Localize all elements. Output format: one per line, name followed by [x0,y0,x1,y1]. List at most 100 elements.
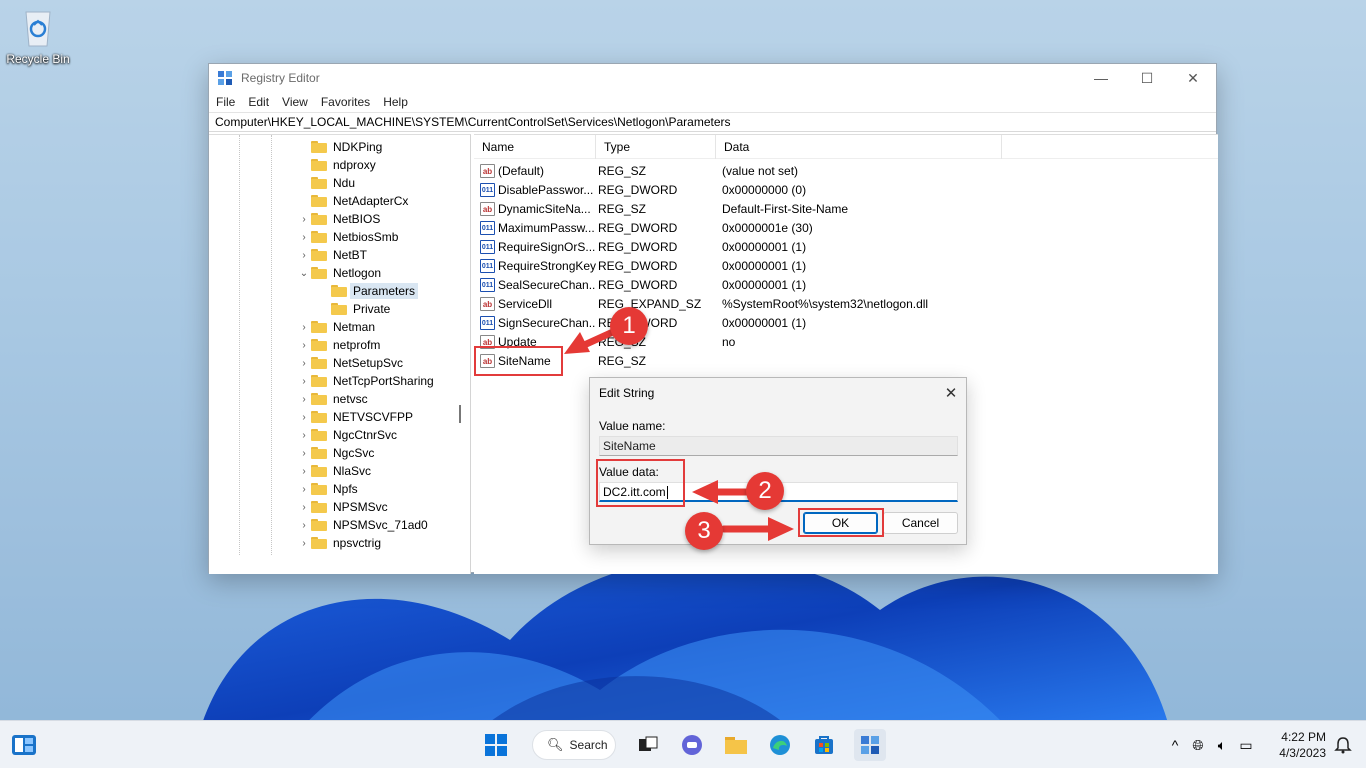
tree-item[interactable]: Ndu [297,174,355,192]
tree-item[interactable]: › Netman [297,318,375,336]
folder-icon [331,285,347,297]
column-header-data[interactable]: Data [716,134,1002,159]
folder-icon [331,303,347,315]
tree-vertical-scrollbar[interactable] [459,405,461,423]
clock[interactable]: 4:22 PM 4/3/2023 [1272,729,1326,761]
value-name-field[interactable]: SiteName [599,436,958,456]
tree-item[interactable]: › NETVSCVFPP [297,408,413,426]
menu-help[interactable]: Help [383,95,408,109]
tree-item[interactable]: › NetBIOS [297,210,380,228]
tree-expand-chevron-icon[interactable]: › [297,232,311,243]
tree-item[interactable]: › NetTcpPortSharing [297,372,433,390]
start-button[interactable] [480,729,512,761]
tree-expand-chevron-icon[interactable]: › [297,394,311,405]
tree-expand-chevron-icon[interactable]: ⌄ [297,268,311,279]
title-bar[interactable]: Registry Editor — ☐ ✕ [209,64,1216,92]
show-hidden-icons-chevron-icon[interactable]: ^ [1164,737,1186,753]
folder-icon [311,249,327,261]
tree-item[interactable]: ⌄ Netlogon [297,264,381,282]
recycle-bin-icon [21,8,55,48]
value-name-cell: 011 DisablePasswor... [474,182,596,197]
tree-item[interactable]: › NgcSvc [297,444,374,462]
registry-value-row[interactable]: 011 RequireStrongKey REG_DWORD 0x00000001 (… [474,256,806,275]
tree-item[interactable]: › NgcCtnrSvc [297,426,397,444]
registry-value-row[interactable]: 011 MaximumPassw... REG_DWORD 0x0000001e (3… [474,218,813,237]
tree-expand-chevron-icon[interactable]: › [297,340,311,351]
registry-value-row[interactable]: ab DynamicSiteNa... REG_SZ Default-First-Si… [474,199,848,218]
address-bar[interactable]: Computer\HKEY_LOCAL_MACHINE\SYSTEM\Curre… [209,112,1216,132]
tree-item[interactable]: Private [317,300,390,318]
menu-view[interactable]: View [282,95,308,109]
chat-icon [682,735,702,755]
registry-value-row[interactable]: 011 DisablePasswor... REG_DWORD 0x00000000 … [474,180,806,199]
tree-expand-chevron-icon[interactable]: › [297,466,311,477]
file-explorer-button[interactable] [720,729,752,761]
tree-item[interactable]: › NetBT [297,246,367,264]
menu-favorites[interactable]: Favorites [321,95,370,109]
tree-expand-chevron-icon[interactable]: › [297,214,311,225]
menu-file[interactable]: File [216,95,235,109]
registry-value-row[interactable]: 011 RequireSignOrS... REG_DWORD 0x00000001 … [474,237,806,256]
chat-button[interactable] [676,729,708,761]
close-button[interactable]: ✕ [1170,64,1216,92]
dialog-title-bar[interactable]: Edit String ✕ [590,378,966,408]
volume-icon[interactable]: 🔈︎ [1210,737,1234,754]
widgets-button[interactable] [8,729,40,761]
registry-value-row[interactable]: 011 SealSecureChan... REG_DWORD 0x00000001 … [474,275,806,294]
tree-item[interactable]: › netprofm [297,336,380,354]
tree-item[interactable]: › Npfs [297,480,357,498]
value-name-text: SealSecureChan... [498,277,596,292]
tree-expand-chevron-icon[interactable]: › [297,358,311,369]
registry-editor-taskbar-button[interactable] [854,729,886,761]
taskbar-search[interactable]: 🔍︎ Search [532,730,616,760]
network-globe-icon[interactable]: 🌐︎ [1186,737,1210,754]
recycle-bin-shortcut[interactable]: Recycle Bin [4,8,72,66]
folder-icon [311,159,327,171]
tree-item[interactable]: NDKPing [297,138,382,156]
tree-item[interactable]: › netvsc [297,390,367,408]
tree-expand-chevron-icon[interactable]: › [297,484,311,495]
string-value-icon: ab [480,163,495,178]
menu-edit[interactable]: Edit [248,95,269,109]
tree-item[interactable]: › NlaSvc [297,462,371,480]
registry-value-row[interactable]: ab (Default) REG_SZ (value not set) [474,161,798,180]
tree-expand-chevron-icon[interactable]: › [297,502,311,513]
store-button[interactable] [808,729,840,761]
column-header-type[interactable]: Type [596,134,716,159]
tree-expand-chevron-icon[interactable]: › [297,376,311,387]
arrow-3-icon [722,517,794,541]
callout-1: 1 [610,307,648,345]
string-value-icon: ab [480,296,495,311]
tree-item[interactable]: › NetbiosSmb [297,228,398,246]
value-name-text: ServiceDll [498,296,553,311]
list-header: Name Type Data [474,134,1218,159]
tree-expand-chevron-icon[interactable]: › [297,538,311,549]
tree-expand-chevron-icon[interactable]: › [297,412,311,423]
column-header-name[interactable]: Name [474,134,596,159]
battery-icon[interactable]: ▭ [1234,737,1258,754]
folder-icon [311,141,327,153]
edge-button[interactable] [764,729,796,761]
minimize-button[interactable]: — [1078,64,1124,92]
tree-item[interactable]: › NetSetupSvc [297,354,403,372]
tree-item[interactable]: › NPSMSvc_71ad0 [297,516,427,534]
maximize-button[interactable]: ☐ [1124,64,1170,92]
value-name-cell: ab (Default) [474,163,596,178]
task-view-button[interactable] [632,729,664,761]
tree-item[interactable]: ndproxy [297,156,376,174]
tree-expand-chevron-icon[interactable]: › [297,448,311,459]
tree-expand-chevron-icon[interactable]: › [297,430,311,441]
tree-expand-chevron-icon[interactable]: › [297,322,311,333]
notifications-button[interactable] [1328,729,1358,761]
registry-value-row[interactable]: ab ServiceDll REG_EXPAND_SZ %SystemRoot%\sy… [474,294,928,313]
tree-item[interactable]: Parameters [317,282,419,300]
tree-expand-chevron-icon[interactable]: › [297,250,311,261]
tree-item[interactable]: › npsvctrig [297,534,381,552]
tree-item[interactable]: › NPSMSvc [297,498,387,516]
value-name-cell: ab ServiceDll [474,296,596,311]
value-type-cell: REG_EXPAND_SZ [598,296,702,311]
dialog-close-icon[interactable]: ✕ [936,384,966,402]
cancel-button[interactable]: Cancel [883,512,958,534]
tree-item[interactable]: NetAdapterCx [297,192,408,210]
tree-expand-chevron-icon[interactable]: › [297,520,311,531]
